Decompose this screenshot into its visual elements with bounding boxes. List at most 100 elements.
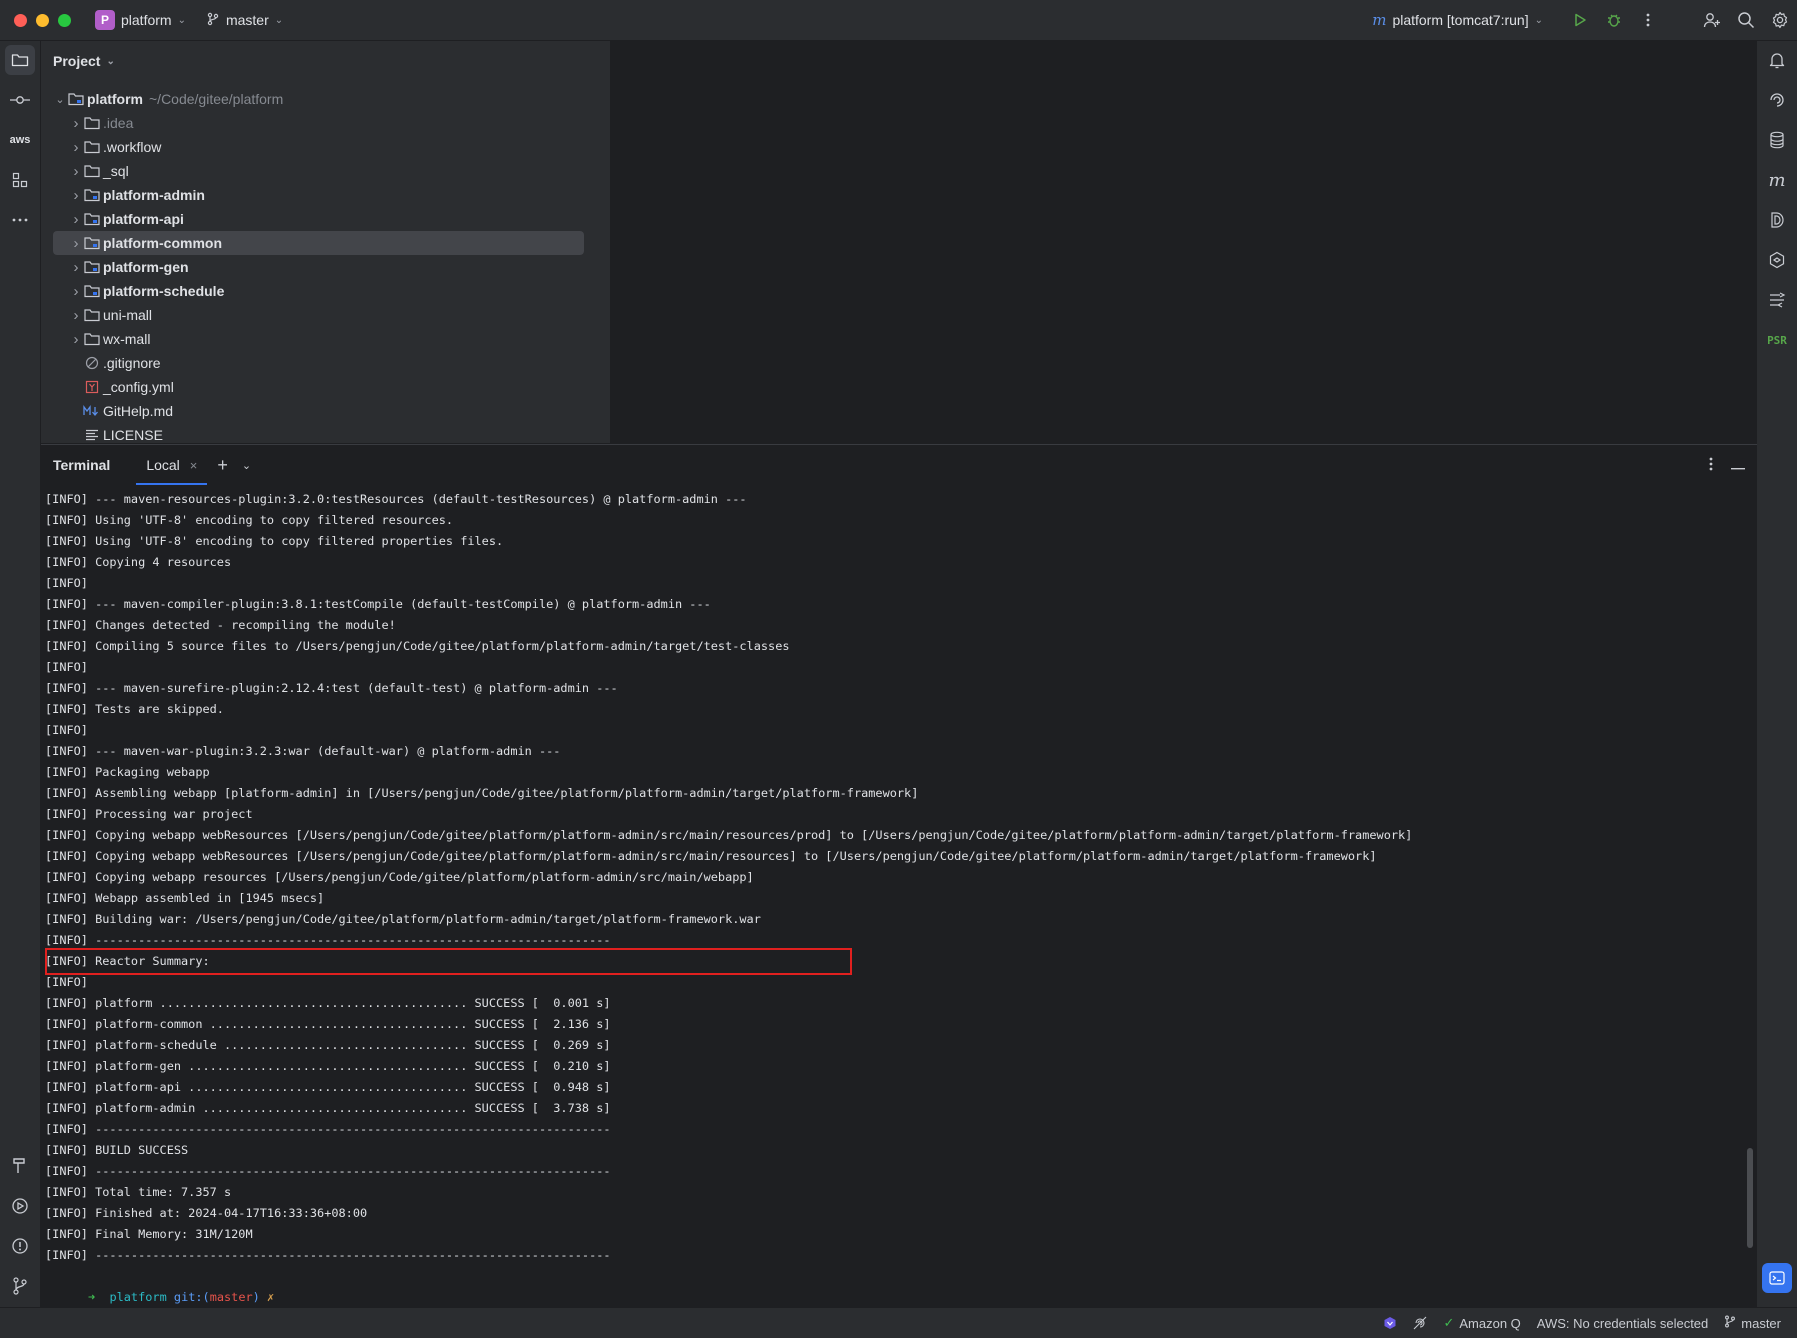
- chevron-right-icon[interactable]: ›: [69, 235, 83, 252]
- chevron-right-icon[interactable]: ›: [69, 259, 83, 276]
- aws-toolkit-icon[interactable]: aws: [5, 125, 35, 155]
- project-badge: P: [95, 10, 115, 30]
- branch-name: master: [225, 12, 269, 28]
- tree-item[interactable]: › platform-schedule: [53, 279, 583, 303]
- close-tab-icon[interactable]: ×: [190, 458, 198, 473]
- run-config-selector[interactable]: m platform [tomcat7:run] ⌄: [1372, 11, 1543, 29]
- terminal-options-icon[interactable]: [1709, 457, 1713, 474]
- tree-item[interactable]: › platform-gen: [53, 255, 583, 279]
- terminal-line: [INFO]: [45, 975, 88, 989]
- branch-switcher[interactable]: master ⌄: [206, 12, 283, 29]
- ai-assistant-icon[interactable]: [1762, 85, 1792, 115]
- module-folder-icon: [83, 212, 101, 226]
- chevron-right-icon[interactable]: ›: [69, 163, 83, 180]
- close-window-button[interactable]: [14, 13, 27, 27]
- structure-icon[interactable]: [5, 165, 35, 195]
- active-tab-underline: [136, 483, 208, 485]
- terminal-line: [INFO] Finished at: 2024-04-17T16:33:36+…: [45, 1206, 368, 1220]
- tree-item-name: .idea: [103, 115, 134, 131]
- chevron-right-icon[interactable]: ›: [69, 115, 83, 132]
- tree-item-name: .workflow: [103, 139, 162, 155]
- endpoints-hex-icon[interactable]: [1762, 245, 1792, 275]
- git-branch-status[interactable]: master: [1724, 1315, 1781, 1331]
- tree-item[interactable]: › _sql: [53, 159, 583, 183]
- terminal-output[interactable]: [INFO] --- maven-resources-plugin:3.2.0:…: [45, 489, 1745, 1304]
- psr-icon[interactable]: PSR: [1762, 325, 1792, 355]
- terminal-tool-window: Terminal Local × + ⌄ [INFO] --- maven-re…: [41, 444, 1757, 1308]
- new-terminal-plus-icon[interactable]: +: [217, 455, 228, 476]
- terminal-line: [INFO] --- maven-compiler-plugin:3.8.1:t…: [45, 597, 711, 611]
- chevron-right-icon[interactable]: ›: [69, 331, 83, 348]
- tree-item[interactable]: › platform-api: [53, 207, 583, 231]
- titlebar-actions: m platform [tomcat7:run] ⌄: [1372, 0, 1797, 40]
- chevron-down-icon[interactable]: ⌄: [242, 459, 251, 472]
- copilot-status-icon[interactable]: [1383, 1316, 1397, 1330]
- module-folder-icon: [83, 188, 101, 202]
- hide-panel-icon[interactable]: [1731, 457, 1745, 473]
- project-switcher[interactable]: P platform ⌄: [95, 10, 186, 30]
- tree-item[interactable]: .gitignore: [53, 351, 583, 375]
- problems-icon[interactable]: [5, 1231, 35, 1261]
- build-hammer-icon[interactable]: [5, 1151, 35, 1181]
- terminal-line: [INFO] platform-common .................…: [45, 1017, 611, 1031]
- database-icon[interactable]: [1762, 125, 1792, 155]
- search-icon[interactable]: [1729, 0, 1763, 40]
- tree-item[interactable]: › wx-mall: [53, 327, 583, 351]
- chevron-down-icon: ⌄: [106, 55, 115, 67]
- git-icon[interactable]: [5, 1271, 35, 1301]
- folder-icon: [83, 140, 101, 154]
- ai-disabled-icon[interactable]: [1413, 1316, 1427, 1330]
- amazon-q-status[interactable]: ✓ Amazon Q: [1443, 1315, 1520, 1331]
- terminal-line: [INFO]: [45, 576, 88, 590]
- tree-item[interactable]: › .workflow: [53, 135, 583, 159]
- chevron-right-icon[interactable]: ›: [69, 307, 83, 324]
- settings-gear-icon[interactable]: [1763, 0, 1797, 40]
- terminal-line: [INFO] Changes detected - recompiling th…: [45, 618, 396, 632]
- more-actions-icon[interactable]: [1631, 0, 1665, 40]
- terminal-line: [INFO] Total time: 7.357 s: [45, 1185, 232, 1199]
- chevron-right-icon[interactable]: ›: [69, 139, 83, 156]
- tree-item[interactable]: › platform-common: [53, 231, 584, 255]
- run-icon[interactable]: [1563, 0, 1597, 40]
- commit-icon[interactable]: [5, 85, 35, 115]
- chevron-right-icon[interactable]: ›: [69, 283, 83, 300]
- chevron-down-icon[interactable]: ⌄: [53, 93, 67, 106]
- add-user-icon[interactable]: [1695, 0, 1729, 40]
- chevron-right-icon[interactable]: ›: [69, 211, 83, 228]
- tree-item[interactable]: › platform-admin: [53, 183, 583, 207]
- tree-item[interactable]: GitHelp.md: [53, 399, 583, 423]
- project-folder-icon[interactable]: [5, 45, 35, 75]
- debug-icon[interactable]: [1597, 0, 1631, 40]
- prompt-git-label: git:(: [173, 1290, 210, 1304]
- status-branch-name: master: [1741, 1315, 1781, 1331]
- tree-item-name: platform: [87, 91, 143, 107]
- gradle-d-icon[interactable]: [1762, 205, 1792, 235]
- terminal-tab-bar: Terminal Local × + ⌄: [41, 445, 1757, 485]
- terminal-line: [INFO] ---------------------------------…: [45, 1122, 611, 1136]
- terminal-icon[interactable]: [1762, 1263, 1792, 1293]
- shell-prompt: ➜ platform git:(master) ✗: [45, 1266, 1745, 1304]
- terminal-tab-local[interactable]: Local ×: [136, 445, 208, 485]
- project-panel-header[interactable]: Project ⌄: [41, 41, 610, 81]
- left-tool-strip: aws: [0, 41, 41, 1307]
- aws-credentials-status[interactable]: AWS: No credentials selected: [1537, 1316, 1708, 1331]
- minimize-window-button[interactable]: [36, 13, 49, 27]
- tree-item[interactable]: _config.yml: [53, 375, 583, 399]
- chevron-down-icon: ⌄: [177, 14, 186, 26]
- terminal-scrollbar[interactable]: [1747, 1148, 1753, 1248]
- tree-root-platform[interactable]: ⌄ platform ~/Code/gitee/platform: [53, 87, 583, 111]
- maven-icon: m: [1372, 11, 1387, 29]
- tree-item-name: LICENSE: [103, 427, 163, 443]
- maximize-window-button[interactable]: [58, 13, 71, 27]
- plugin-tool-icon[interactable]: [1762, 285, 1792, 315]
- terminal-line: [INFO] Copying webapp webResources [/Use…: [45, 828, 1413, 842]
- terminal-line: [INFO] Final Memory: 31M/120M: [45, 1227, 253, 1241]
- tree-item[interactable]: LICENSE: [53, 423, 583, 443]
- chevron-right-icon[interactable]: ›: [69, 187, 83, 204]
- more-tools-icon[interactable]: [5, 205, 35, 235]
- maven-icon[interactable]: m: [1762, 165, 1792, 195]
- services-icon[interactable]: [5, 1191, 35, 1221]
- tree-item[interactable]: › uni-mall: [53, 303, 583, 327]
- notifications-bell-icon[interactable]: [1762, 45, 1792, 75]
- tree-item[interactable]: › .idea: [53, 111, 583, 135]
